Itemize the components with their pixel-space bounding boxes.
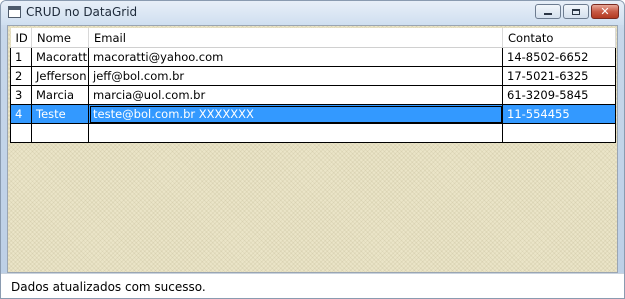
minimize-button[interactable] (535, 4, 561, 19)
table-row[interactable]: 3 Marcia marcia@uol.com.br 61-3209-5845 (10, 85, 616, 105)
table-row[interactable]: 2 Jefferson jeff@bol.com.br 17-5021-6325 (10, 66, 616, 86)
cell-contato[interactable]: 11-554455 (502, 104, 616, 124)
status-message: Dados atualizados com sucesso. (11, 280, 206, 294)
cell-id[interactable]: 2 (10, 66, 32, 86)
table-row-selected[interactable]: 4 Teste teste@bol.com.br XXXXXXX 11-5544… (10, 104, 616, 124)
cell-email[interactable]: macoratti@yahoo.com (88, 47, 503, 67)
column-header-contato[interactable]: Contato (502, 28, 616, 48)
cell-id[interactable]: 1 (10, 47, 32, 67)
column-header-nome[interactable]: Nome (31, 28, 89, 48)
title-bar[interactable]: CRUD no DataGrid ✕ (1, 1, 624, 25)
cell-nome[interactable] (31, 123, 89, 143)
cell-email[interactable]: marcia@uol.com.br (88, 85, 503, 105)
cell-email[interactable]: jeff@bol.com.br (88, 66, 503, 86)
close-button[interactable]: ✕ (591, 4, 619, 19)
cell-contato[interactable] (502, 123, 616, 143)
cell-email[interactable] (88, 123, 503, 143)
header-row: ID Nome Email Contato (10, 28, 616, 48)
datagrid-area: ID Nome Email Contato 1 Macoratti macora… (7, 25, 618, 273)
cell-id[interactable]: 4 (10, 104, 32, 124)
new-row-placeholder[interactable] (10, 123, 616, 143)
column-header-email[interactable]: Email (88, 28, 503, 48)
cell-contato[interactable]: 61-3209-5845 (502, 85, 616, 105)
cell-id[interactable] (10, 123, 32, 143)
cell-nome[interactable]: Jefferson (31, 66, 89, 86)
cell-email-editing[interactable]: teste@bol.com.br XXXXXXX (88, 104, 503, 124)
cell-nome[interactable]: Marcia (31, 85, 89, 105)
cell-nome[interactable]: Macoratti (31, 47, 89, 67)
cell-nome[interactable]: Teste (31, 104, 89, 124)
window-title: CRUD no DataGrid (26, 5, 138, 19)
app-window-icon (8, 6, 21, 18)
cell-contato[interactable]: 14-8502-6652 (502, 47, 616, 67)
table-row[interactable]: 1 Macoratti macoratti@yahoo.com 14-8502-… (10, 47, 616, 67)
status-bar: Dados atualizados com sucesso. (1, 273, 624, 298)
minimize-icon (544, 13, 552, 15)
maximize-button[interactable] (563, 4, 589, 19)
app-window: CRUD no DataGrid ✕ ID Nome Email Contato… (0, 0, 625, 299)
cell-id[interactable]: 3 (10, 85, 32, 105)
close-icon: ✕ (600, 5, 610, 18)
column-header-id[interactable]: ID (10, 28, 32, 48)
maximize-icon (572, 8, 580, 15)
cell-contato[interactable]: 17-5021-6325 (502, 66, 616, 86)
datagrid[interactable]: ID Nome Email Contato 1 Macoratti macora… (10, 28, 616, 143)
